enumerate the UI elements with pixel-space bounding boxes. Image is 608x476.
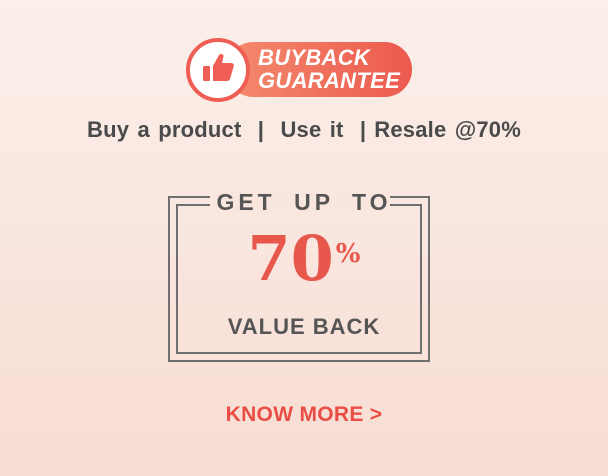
badge-line-1: BUYBACK <box>258 45 371 70</box>
know-more-link[interactable]: KNOW MORE > <box>0 403 608 427</box>
badge-title: BUYBACK GUARANTEE <box>258 46 400 92</box>
badge-line-2: GUARANTEE <box>258 68 401 93</box>
offer-heading: GET UP TO <box>216 189 392 215</box>
offer-subheading: VALUE BACK <box>227 314 381 339</box>
tagline: Buy a product | Use it | Resale @70% <box>0 117 608 143</box>
tagline-buy: Buy a product <box>86 117 242 142</box>
tagline-separator: | <box>257 117 265 142</box>
offer-percentage: 70 <box>247 222 334 295</box>
percent-sign: % <box>335 239 361 269</box>
buyback-guarantee-badge: BUYBACK GUARANTEE <box>186 38 412 102</box>
tagline-separator: | <box>359 117 367 142</box>
tagline-resale: Resale @70% <box>374 117 521 142</box>
thumbs-up-icon <box>201 52 235 89</box>
offer-value: 70% <box>0 222 608 295</box>
badge-icon-circle <box>186 38 250 102</box>
tagline-use: Use it <box>280 117 344 142</box>
